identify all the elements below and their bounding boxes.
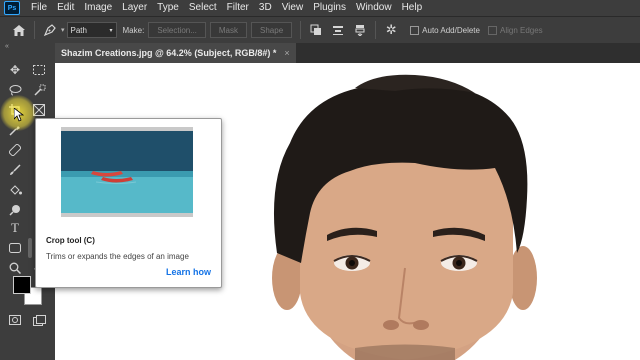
- menu-view[interactable]: View: [277, 0, 309, 16]
- shape-tool-icon[interactable]: [5, 239, 25, 257]
- quick-mask-icon[interactable]: [5, 311, 25, 329]
- learn-how-link[interactable]: Learn how: [166, 267, 211, 277]
- auto-add-delete-label: Auto Add/Delete: [422, 25, 480, 35]
- paint-bucket-tool-icon[interactable]: [5, 181, 25, 199]
- screen-mode-icon[interactable]: [29, 311, 49, 329]
- menu-select[interactable]: Select: [184, 0, 222, 16]
- foreground-color-swatch[interactable]: [13, 276, 31, 294]
- selection-button[interactable]: Selection...: [148, 22, 206, 38]
- type-tool-icon[interactable]: T: [5, 219, 25, 237]
- gear-icon[interactable]: ✲: [380, 20, 402, 40]
- home-icon[interactable]: [8, 20, 30, 40]
- menu-bar: Ps File Edit Image Layer Type Select Fil…: [0, 0, 640, 16]
- tooltip-description: Trims or expands the edges of an image: [46, 252, 189, 261]
- document-tab-title: Shazim Creations.jpg @ 64.2% (Subject, R…: [61, 48, 277, 58]
- align-edges-checkbox[interactable]: [487, 25, 497, 35]
- menu-3d[interactable]: 3D: [254, 0, 277, 16]
- mode-select[interactable]: Path ▾: [66, 22, 117, 38]
- document-tab[interactable]: Shazim Creations.jpg @ 64.2% (Subject, R…: [55, 43, 296, 63]
- mode-select-value: Path: [70, 25, 87, 35]
- chevron-down-icon: ▾: [109, 27, 113, 34]
- brush-tool-icon[interactable]: [5, 161, 25, 179]
- menu-window[interactable]: Window: [351, 0, 397, 16]
- collapse-panel-icon[interactable]: «: [5, 43, 9, 50]
- divider: [34, 21, 35, 39]
- menu-plugins[interactable]: Plugins: [308, 0, 351, 16]
- tooltip-preview-image: [61, 127, 193, 217]
- close-icon[interactable]: ×: [284, 48, 289, 58]
- crop-tool-tooltip: Crop tool (C) Trims or expands the edges…: [35, 118, 222, 288]
- menu-filter[interactable]: Filter: [222, 0, 254, 16]
- path-arrangement-icon[interactable]: [349, 20, 371, 40]
- divider: [375, 21, 377, 39]
- menu-image[interactable]: Image: [79, 0, 117, 16]
- tooltip-title: Crop tool (C): [46, 236, 95, 245]
- dodge-tool-icon[interactable]: [5, 201, 25, 219]
- divider: [300, 21, 302, 39]
- auto-add-delete-checkbox[interactable]: [410, 25, 420, 35]
- photoshop-logo: Ps: [4, 1, 20, 15]
- pen-tool-icon[interactable]: [39, 20, 61, 40]
- marquee-tool-icon[interactable]: [29, 61, 49, 79]
- healing-brush-tool-icon[interactable]: [5, 141, 25, 159]
- menu-type[interactable]: Type: [152, 0, 184, 16]
- make-label: Make:: [122, 25, 145, 35]
- mouse-cursor-icon: [14, 108, 24, 122]
- align-edges-label: Align Edges: [499, 25, 543, 35]
- mask-button[interactable]: Mask: [209, 22, 248, 38]
- panel-scrollbar[interactable]: [28, 238, 32, 258]
- menu-edit[interactable]: Edit: [52, 0, 79, 16]
- document-tab-bar: Shazim Creations.jpg @ 64.2% (Subject, R…: [55, 43, 640, 63]
- menu-file[interactable]: File: [26, 0, 52, 16]
- move-tool-icon[interactable]: ✥: [5, 61, 25, 79]
- object-selection-tool-icon[interactable]: [29, 81, 49, 99]
- path-alignment-icon[interactable]: [327, 20, 349, 40]
- menu-layer[interactable]: Layer: [117, 0, 152, 16]
- menu-help[interactable]: Help: [397, 0, 428, 16]
- chevron-down-icon[interactable]: ▾: [61, 26, 65, 34]
- shape-button[interactable]: Shape: [251, 22, 293, 38]
- options-bar: ▾ Path ▾ Make: Selection... Mask Shape ✲…: [0, 16, 640, 44]
- path-operations-icon[interactable]: [305, 20, 327, 40]
